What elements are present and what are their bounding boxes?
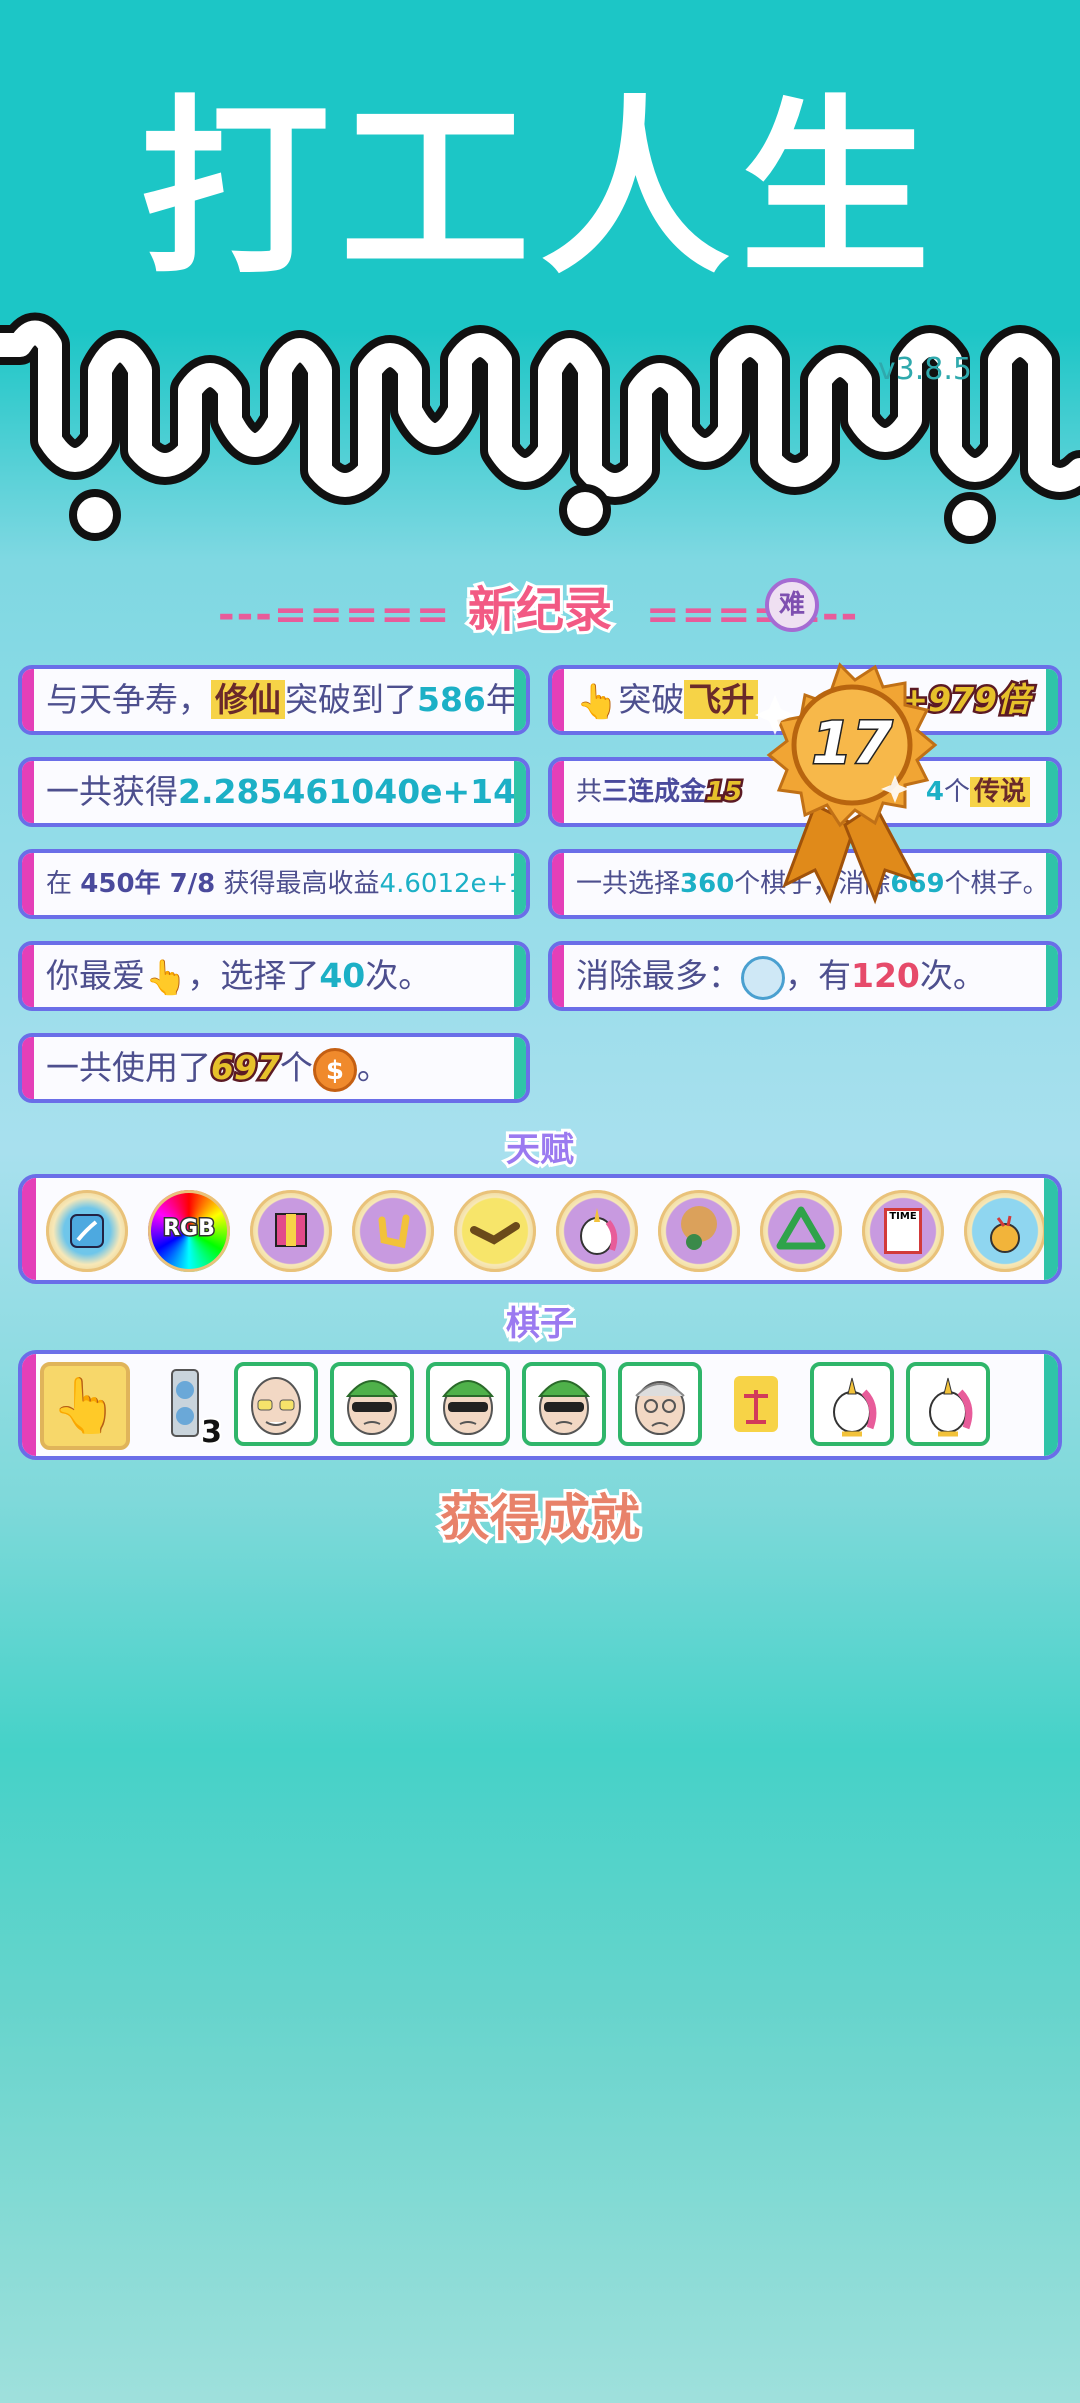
chick-icon[interactable]: [964, 1190, 1046, 1272]
coin-icon: $: [312, 1047, 357, 1092]
stat-card-favorite: 你最爱👆，选择了40次。: [18, 941, 530, 1011]
pieces-title: 棋子: [503, 1301, 577, 1347]
hand-piece[interactable]: 👆: [40, 1362, 130, 1450]
achievement-button[interactable]: 获得成就: [0, 1478, 1080, 1550]
game-title: 打工人生: [139, 79, 940, 300]
hand-icon: 👆: [576, 681, 619, 722]
drip-decoration: [0, 312, 1080, 544]
unicorn-piece[interactable]: [810, 1362, 894, 1446]
unicorn-piece[interactable]: [906, 1362, 990, 1446]
version-label: v3.8.5: [877, 352, 972, 387]
money-tree-icon[interactable]: [658, 1190, 740, 1272]
gpu-piece[interactable]: 3: [142, 1362, 226, 1452]
sunglasses-worker-piece[interactable]: [522, 1362, 606, 1446]
sunglasses-worker-piece[interactable]: [330, 1362, 414, 1446]
rgb-icon[interactable]: RGB: [148, 1190, 230, 1272]
new-record-label: 新纪录: [465, 579, 615, 641]
old-man-piece[interactable]: [618, 1362, 702, 1446]
sunglasses-worker-piece[interactable]: [426, 1362, 510, 1446]
legendary-badge: 传说: [969, 777, 1030, 807]
arrow-up-icon[interactable]: [46, 1190, 128, 1272]
achievement-medal: 17: [755, 662, 938, 905]
bowl-icon: [741, 955, 785, 1000]
handshake-icon[interactable]: [454, 1190, 536, 1272]
stat-card-most-removed: 消除最多： ，有120次。: [548, 941, 1062, 1011]
gift-box-icon[interactable]: [250, 1190, 332, 1272]
unicorn-icon[interactable]: [556, 1190, 638, 1272]
stat-card-best-income: 在 450年 7/8 获得最高收益4.6012e+13: [18, 849, 530, 919]
hand-icon: 👆: [145, 957, 188, 998]
difficulty-badge: 难: [765, 578, 819, 632]
stat-card-cultivation: 与天争寿， 修仙 突破到了586年: [18, 665, 530, 735]
stat-card-total-income: 一共获得2.285461040e+14收益: [18, 757, 530, 827]
scale-piece[interactable]: [714, 1362, 798, 1446]
boss-piece[interactable]: [234, 1362, 318, 1446]
new-record-header: ---===== 新纪录 ===== --: [0, 575, 1080, 645]
talents-strip: RGB TIME: [18, 1174, 1062, 1284]
pieces-strip: 👆 3: [18, 1350, 1062, 1460]
time-magazine-icon[interactable]: TIME: [862, 1190, 944, 1272]
record-dashes-tail: --: [822, 592, 860, 638]
medal-number: 17: [812, 709, 893, 777]
talents-title: 天赋: [503, 1127, 577, 1173]
rock-hand-icon[interactable]: [352, 1190, 434, 1272]
recycle-icon[interactable]: [760, 1190, 842, 1272]
stat-card-coins-used: 一共使用了697个 $。: [18, 1033, 530, 1103]
